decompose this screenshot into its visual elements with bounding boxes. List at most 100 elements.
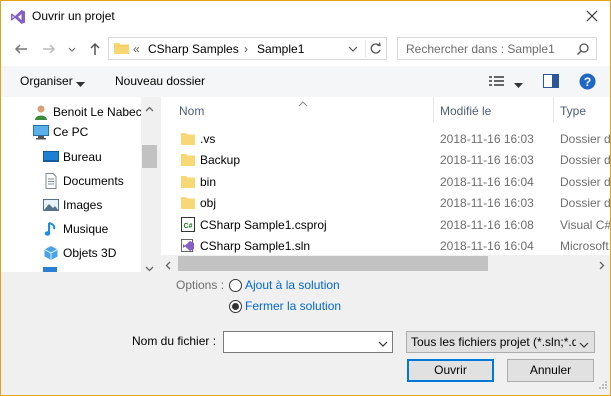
file-name: Backup (200, 153, 241, 167)
file-list: Nom Modifié le Type .vs 2018-11-16 16:03… (161, 97, 610, 272)
file-name: bin (200, 175, 217, 189)
scroll-down-icon[interactable] (145, 261, 154, 275)
caret-down-icon[interactable] (76, 77, 85, 91)
dialog-title: Ouvrir un projet (32, 9, 115, 23)
radio-add-to-solution[interactable] (229, 279, 242, 292)
column-header-name[interactable]: Nom (179, 104, 204, 118)
breadcrumb-item[interactable]: CSharp Samples (148, 42, 239, 56)
file-row[interactable]: Backup 2018-11-16 16:03 Dossier de fichi… (161, 149, 610, 170)
chevron-down-icon (68, 47, 76, 52)
resize-grip-icon[interactable] (598, 379, 608, 393)
file-row[interactable]: obj 2018-11-16 16:03 Dossier de fichiers (161, 192, 610, 213)
tree-item-user[interactable]: Benoit Le Nabec (33, 102, 142, 122)
radio-close-solution[interactable] (229, 300, 242, 313)
file-modified: 2018-11-16 16:03 (440, 132, 534, 146)
up-button[interactable] (87, 41, 103, 57)
search-placeholder: Rechercher dans : Sample1 (406, 42, 555, 56)
svg-text:C#: C# (184, 223, 193, 230)
sort-ascending-icon (298, 97, 308, 110)
file-modified: 2018-11-16 16:04 (440, 239, 534, 253)
close-button[interactable] (580, 5, 604, 27)
radio-add-to-solution-label[interactable]: Ajout à la solution (245, 278, 340, 292)
search-icon[interactable] (576, 42, 590, 59)
cancel-button[interactable]: Annuler (507, 359, 594, 382)
open-project-dialog: Ouvrir un projet « CSharp Samples › Samp… (0, 0, 611, 396)
3d-objects-icon (43, 245, 59, 261)
help-icon[interactable]: ? (579, 73, 596, 93)
new-folder-button[interactable]: Nouveau dossier (115, 74, 205, 88)
column-divider[interactable] (553, 97, 554, 122)
folder-icon (181, 195, 195, 210)
tree-item-this-pc[interactable]: Ce PC (33, 122, 141, 142)
file-list-scrollbar[interactable] (161, 255, 610, 272)
column-headers: Nom Modifié le Type (161, 97, 610, 122)
file-row[interactable]: bin 2018-11-16 16:04 Dossier de fichiers (161, 171, 610, 192)
refresh-icon (370, 42, 381, 54)
sln-icon (181, 238, 195, 253)
open-button[interactable]: Ouvrir (407, 359, 494, 382)
documents-icon (43, 173, 59, 189)
file-row[interactable]: .vs 2018-11-16 16:03 Dossier de fichiers (161, 128, 610, 149)
file-type-filter[interactable]: Tous les fichiers projet (*.sln;*.d (406, 331, 595, 353)
visual-studio-icon (10, 9, 26, 25)
file-type: Dossier de fichiers (560, 132, 610, 146)
file-modified: 2018-11-16 16:08 (440, 218, 534, 232)
breadcrumb-item[interactable]: Sample1 (257, 42, 304, 56)
column-divider[interactable] (433, 97, 434, 122)
back-button[interactable] (13, 41, 29, 57)
navigation-bar: « CSharp Samples › Sample1 Rechercher da… (1, 32, 610, 66)
chevron-down-icon[interactable] (378, 337, 388, 351)
address-dropdown-button[interactable] (347, 42, 359, 59)
arrow-up-icon (90, 42, 100, 55)
file-type: Microsoft Visual Studio Solution (560, 239, 610, 253)
tree-item-label: Bureau (63, 150, 102, 164)
desktop-icon (43, 149, 59, 165)
svg-text:?: ? (584, 75, 591, 89)
scroll-right-icon[interactable] (599, 259, 605, 273)
view-options-icon[interactable] (488, 74, 506, 91)
navigation-pane: Benoit Le Nabec Ce PC Bureau Documents I… (1, 97, 158, 272)
search-box[interactable]: Rechercher dans : Sample1 (397, 37, 597, 60)
options-label: Options : (176, 278, 225, 292)
tree-item-3d-objects[interactable]: Objets 3D (43, 243, 141, 263)
csproj-icon: C# (181, 217, 195, 232)
file-type: Dossier de fichiers (560, 196, 610, 210)
file-type: Visual C# Project file (560, 218, 610, 232)
radio-close-solution-label[interactable]: Fermer la solution (245, 299, 341, 313)
scroll-left-icon[interactable] (165, 259, 171, 273)
file-type: Dossier de fichiers (560, 175, 610, 189)
tree-item-documents[interactable]: Documents (43, 171, 141, 191)
tree-item-label: Objets 3D (63, 246, 117, 260)
scroll-thumb[interactable] (142, 145, 157, 168)
scroll-thumb[interactable] (178, 256, 488, 271)
breadcrumb-separator[interactable]: › (244, 42, 248, 56)
file-row[interactable]: C# CSharp Sample1.csproj 2018-11-16 16:0… (161, 214, 610, 235)
file-row[interactable]: CSharp Sample1.sln 2018-11-16 16:04 Micr… (161, 235, 610, 256)
tree-item-label: Musique (63, 222, 109, 236)
tree-item-label: Documents (63, 174, 124, 188)
forward-button[interactable] (41, 41, 57, 57)
organize-button[interactable]: Organiser (20, 74, 73, 88)
scroll-up-icon[interactable] (145, 101, 154, 115)
navigation-scrollbar[interactable] (141, 97, 158, 272)
file-modified: 2018-11-16 16:04 (440, 175, 534, 189)
pictures-icon (43, 197, 59, 213)
caret-down-icon[interactable] (514, 78, 523, 92)
file-name: .vs (200, 132, 216, 146)
filename-input[interactable] (223, 331, 393, 353)
tree-item-pictures[interactable]: Images (43, 195, 141, 215)
preview-pane-icon[interactable] (543, 74, 559, 91)
address-bar[interactable]: « CSharp Samples › Sample1 (108, 37, 387, 60)
chevron-down-icon[interactable] (579, 338, 589, 352)
file-name: CSharp Sample1.csproj (200, 218, 327, 232)
path-overflow[interactable]: « (133, 42, 140, 56)
recent-locations-button[interactable] (67, 41, 77, 57)
file-modified: 2018-11-16 16:03 (440, 196, 534, 210)
refresh-button[interactable] (365, 40, 385, 57)
chevron-down-icon (348, 46, 358, 52)
column-header-modified[interactable]: Modifié le (440, 104, 491, 118)
tree-item-music[interactable]: Musique (43, 219, 141, 239)
tree-item-desktop[interactable]: Bureau (43, 147, 141, 167)
title-bar: Ouvrir un projet (1, 1, 610, 32)
column-header-type[interactable]: Type (560, 104, 586, 118)
